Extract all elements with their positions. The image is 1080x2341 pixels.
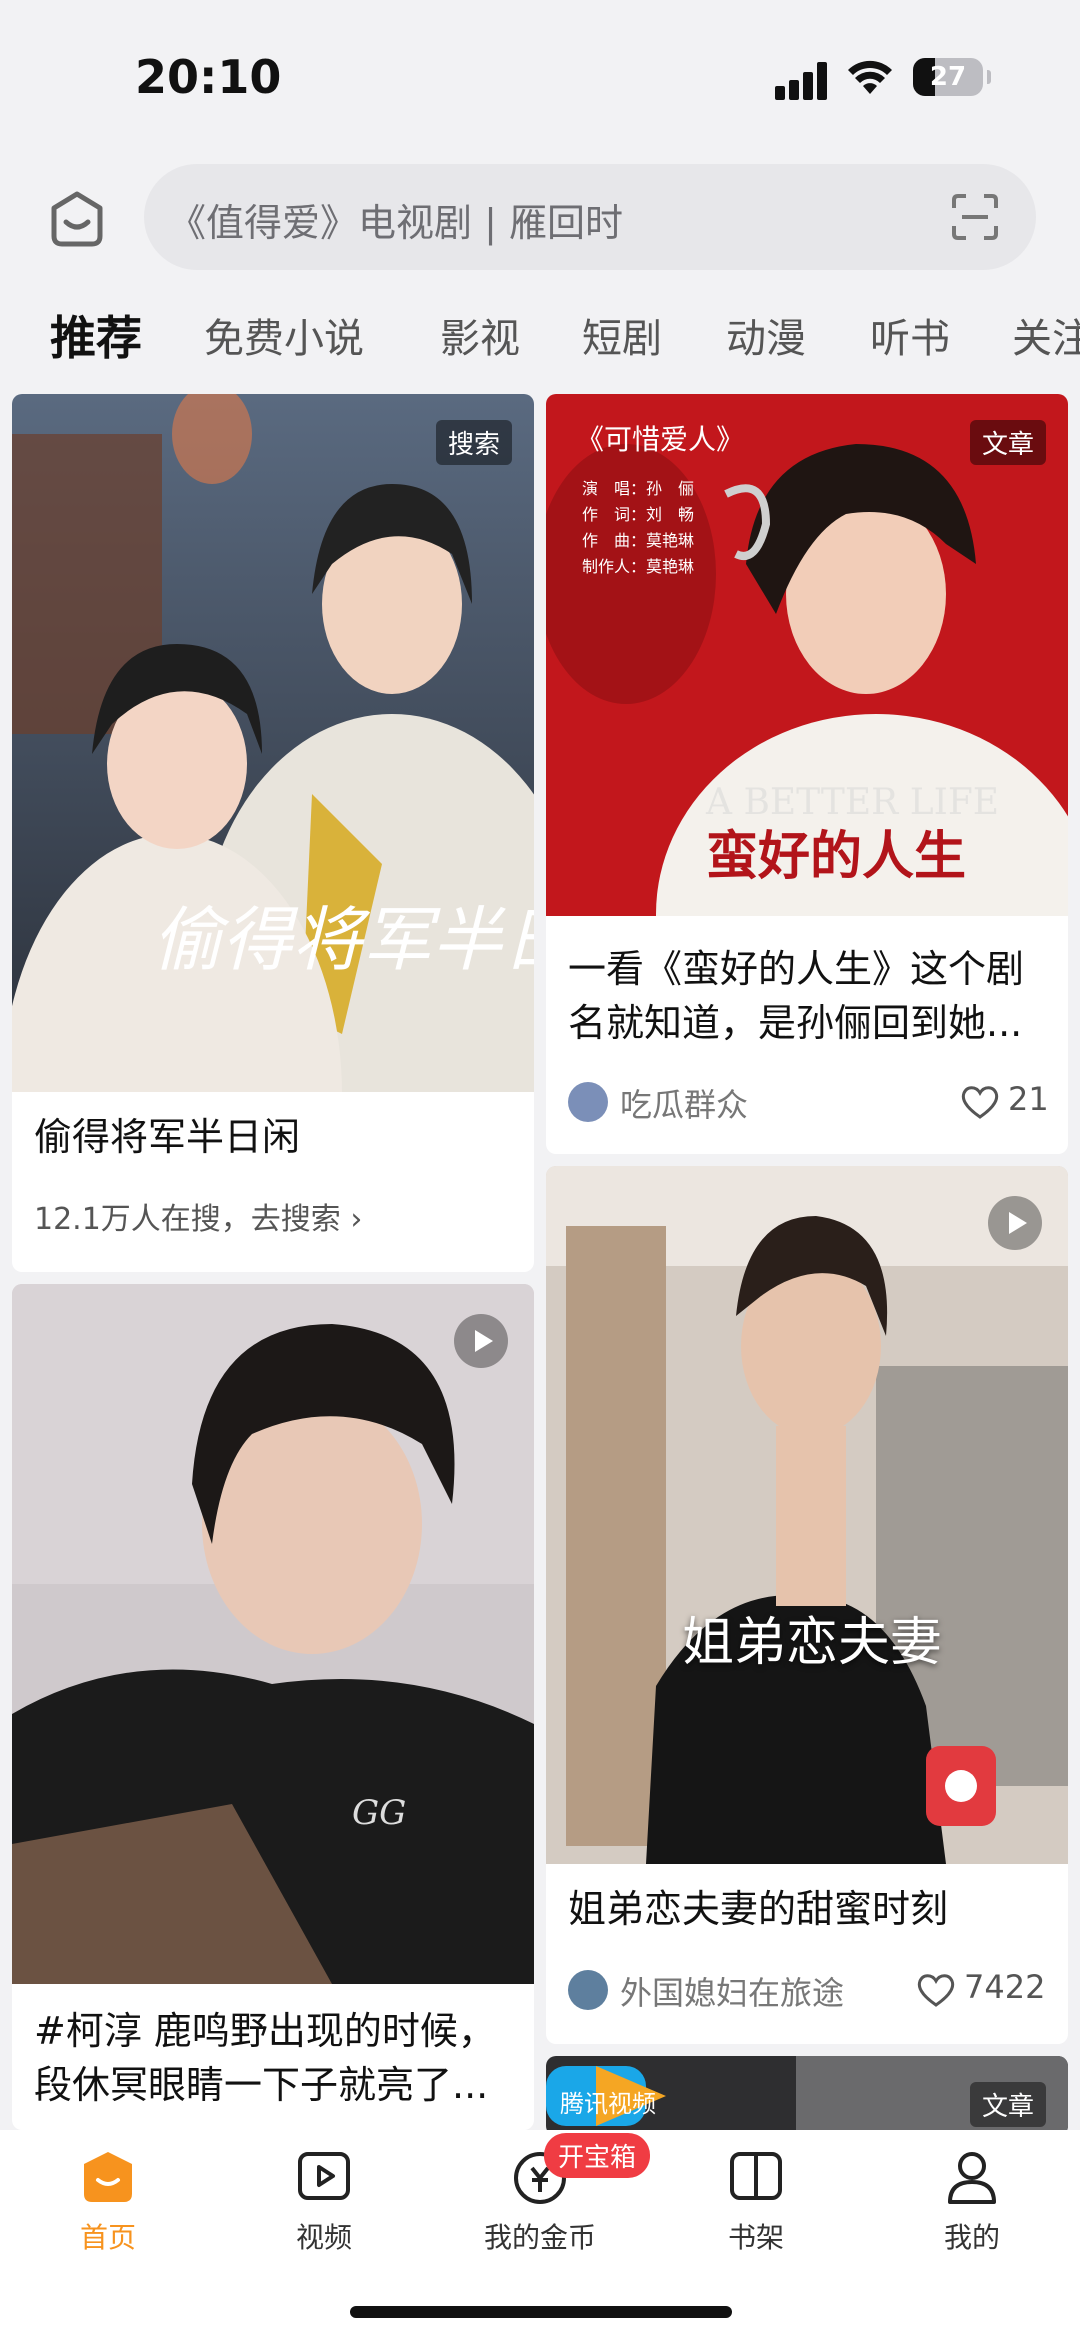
- play-icon[interactable]: [988, 1196, 1042, 1250]
- nav-profile[interactable]: 我的: [892, 2146, 1052, 2256]
- card-title-line-1: 一看《蛮好的人生》这个剧: [568, 947, 1025, 991]
- poster-drama-logo: 蛮好的人生: [706, 826, 966, 887]
- card-title: 偷得将军半日闲: [34, 1115, 301, 1159]
- nav-label: 首页: [79, 2221, 136, 2254]
- poster-song-title: 《可惜爱人》: [576, 423, 744, 456]
- poster-credit-1: 演 唱：孙 俪: [582, 479, 694, 498]
- search-placeholder: 《值得爱》电视剧 | 雁回时: [168, 201, 623, 245]
- brand-watermark: 腾讯视频: [560, 2090, 656, 2118]
- category-tabs: 推荐 免费小说 影视 短剧 动漫 听书 关注: [0, 300, 1080, 370]
- tab-audiobooks[interactable]: 听书: [870, 306, 950, 364]
- card-title-line-1: #柯淳 鹿鸣野出现的时候，: [34, 2009, 496, 2053]
- tab-free-novels[interactable]: 免费小说: [204, 306, 364, 364]
- nav-label: 书架: [727, 2221, 784, 2254]
- poster-credit-2: 作 词：刘 畅: [582, 505, 694, 524]
- home-indicator: [350, 2306, 732, 2318]
- nav-bookshelf[interactable]: 书架: [676, 2146, 836, 2256]
- author-avatar[interactable]: [568, 1970, 608, 2010]
- poster-credit-3: 作 曲：莫艳琳: [582, 531, 694, 550]
- tab-short-drama[interactable]: 短剧: [582, 306, 662, 364]
- tab-anime[interactable]: 动漫: [726, 306, 806, 364]
- tab-recommend[interactable]: 推荐: [50, 302, 142, 368]
- battery-icon: 27: [913, 58, 991, 96]
- tab-film-tv[interactable]: 影视: [440, 306, 520, 364]
- poster-title-text: 偷得将军半日闲: [152, 899, 534, 981]
- treasure-box-pill[interactable]: 开宝箱: [544, 2133, 651, 2178]
- wifi-icon: [848, 60, 892, 94]
- feed-card-video[interactable]: 姐弟恋夫妻 姐弟恋夫妻的甜蜜时刻 外国媳妇在旅途 7422: [546, 1166, 1068, 2044]
- video-overlay-text: 姐弟恋夫妻: [682, 1613, 943, 1673]
- nav-label: 我的: [943, 2221, 1000, 2254]
- song-poster-image: 《可惜爱人》 演 唱：孙 俪 作 词：刘 畅 作 曲：莫艳琳 制作人：莫艳琳 A…: [546, 394, 1068, 916]
- svg-text:GG: GG: [352, 1793, 406, 1833]
- cellular-signal-icon: [775, 62, 831, 100]
- nav-label: 我的金币: [483, 2221, 596, 2254]
- card-badge: 搜索: [435, 420, 512, 465]
- search-bar[interactable]: 《值得爱》电视剧 | 雁回时: [144, 164, 1036, 270]
- battery-level: 27: [929, 62, 967, 92]
- poster-english-title: A BETTER LIFE: [705, 782, 999, 823]
- search-count-link[interactable]: 12.1万人在搜，去搜索 ›: [34, 1194, 362, 1238]
- scan-icon[interactable]: [950, 192, 1000, 242]
- nav-label: 视频: [295, 2221, 352, 2254]
- like-count: 7422: [964, 1968, 1046, 2006]
- couple-video-thumbnail: [546, 1166, 1068, 1864]
- drama-poster-image: 偷得将军半日闲: [12, 394, 534, 1092]
- bookshelf-icon: [730, 2152, 782, 2200]
- tab-following[interactable]: 关注: [1012, 306, 1080, 364]
- profile-icon: [948, 2152, 996, 2204]
- feed-card-article[interactable]: 腾讯视频 文章: [546, 2056, 1068, 2136]
- actor-video-thumbnail: GG: [12, 1284, 534, 1984]
- status-bar: 20:10 27: [0, 0, 1080, 150]
- feed-card-search[interactable]: 偷得将军半日闲 搜索 偷得将军半日闲 12.1万人在搜，去搜索 ›: [12, 394, 534, 1272]
- card-title: 姐弟恋夫妻的甜蜜时刻: [568, 1887, 949, 1931]
- card-badge: 文章: [969, 2082, 1046, 2127]
- video-icon: [298, 2152, 350, 2200]
- feed-card-video[interactable]: GG #柯淳 鹿鸣野出现的时候， 段休冥眼睛一下子就亮了...: [12, 1284, 534, 2130]
- author-name[interactable]: 吃瓜群众: [620, 1080, 748, 1126]
- heart-icon[interactable]: [960, 1084, 1000, 1120]
- heart-icon[interactable]: [916, 1972, 956, 2008]
- nav-video[interactable]: 视频: [244, 2146, 404, 2256]
- card-title-line-2: 段休冥眼睛一下子就亮了...: [34, 2063, 489, 2107]
- like-count: 21: [1008, 1080, 1049, 1118]
- feed-card-article[interactable]: 《可惜爱人》 演 唱：孙 俪 作 词：刘 畅 作 曲：莫艳琳 制作人：莫艳琳 A…: [546, 394, 1068, 1154]
- app-logo-icon[interactable]: [46, 188, 108, 250]
- play-icon[interactable]: [454, 1314, 508, 1368]
- status-time: 20:10: [135, 50, 282, 104]
- card-title-line-2: 名就知道，是孙俪回到她...: [568, 1001, 1023, 1045]
- author-avatar[interactable]: [568, 1082, 608, 1122]
- card-badge: 文章: [969, 420, 1046, 465]
- poster-credit-4: 制作人：莫艳琳: [582, 557, 694, 576]
- home-icon: [84, 2152, 132, 2202]
- nav-home[interactable]: 首页: [28, 2146, 188, 2256]
- author-name[interactable]: 外国媳妇在旅途: [620, 1968, 844, 2014]
